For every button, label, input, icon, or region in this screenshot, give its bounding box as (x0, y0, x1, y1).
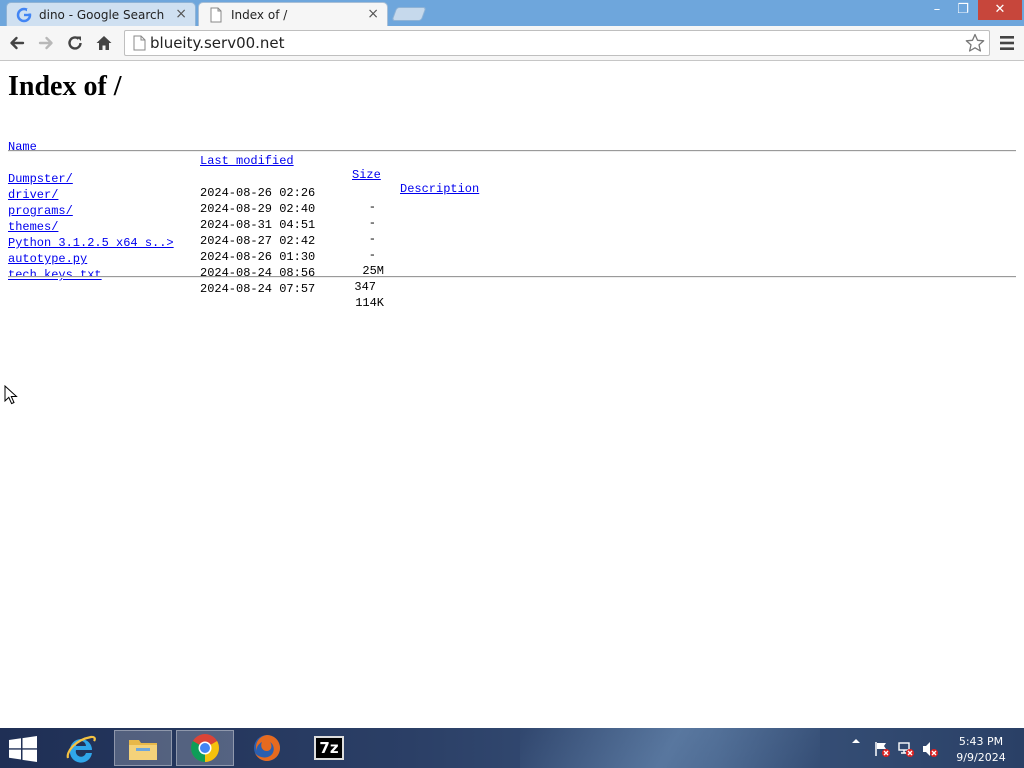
listing-header: Name Last modified Size Description (8, 126, 479, 196)
page-icon (208, 7, 224, 23)
chrome-menu-button[interactable] (998, 34, 1016, 56)
reload-icon (68, 36, 82, 50)
forward-arrow-icon (38, 36, 53, 50)
volume-muted-icon[interactable] (921, 740, 939, 761)
file-size: - (368, 216, 376, 230)
minimize-button[interactable]: – (924, 0, 950, 20)
windows-logo-icon (9, 736, 37, 762)
table-row: autotype.py 2024-08-24 08:56 347 (8, 238, 376, 294)
tab-close-icon[interactable]: × (367, 6, 379, 22)
modified-date: 2024-08-29 02:40 (200, 202, 316, 216)
home-icon (96, 36, 112, 50)
clock-date: 9/9/2024 (956, 751, 1006, 764)
modified-date: 2024-08-31 04:51 (200, 218, 316, 232)
mouse-cursor-icon (4, 384, 18, 409)
clock-time: 5:43 PM (958, 735, 1004, 748)
page-title: Index of / (8, 71, 122, 102)
tab-index-of[interactable]: Index of / × (198, 2, 388, 26)
modified-date: 2024-08-26 02:26 (200, 186, 316, 200)
taskbar-clock[interactable]: 5:43 PM 9/9/2024 (950, 734, 1012, 766)
close-window-button[interactable]: ✕ (978, 0, 1022, 20)
forward-button[interactable] (35, 32, 57, 54)
sort-by-description-link[interactable]: Description (400, 182, 479, 196)
7zip-label: 7z (319, 739, 339, 757)
file-link[interactable]: tech keys.txt (8, 268, 102, 282)
tab-title: dino - Google Search (39, 8, 165, 22)
table-row: Dumpster/ 2024-08-26 02:26 - (8, 158, 376, 214)
table-row: driver/ 2024-08-29 02:40 - (8, 174, 376, 230)
new-tab-button[interactable] (391, 7, 427, 21)
maximize-button[interactable]: ❐ (950, 0, 976, 20)
taskbar-internet-explorer[interactable] (52, 730, 110, 766)
taskbar-file-explorer[interactable] (114, 730, 172, 766)
internet-explorer-icon (66, 735, 96, 763)
taskbar-wallpaper-decoration (520, 728, 820, 768)
table-row: programs/ 2024-08-31 04:51 - (8, 190, 376, 246)
modified-date: 2024-08-24 07:57 (200, 282, 316, 296)
table-row: tech keys.txt 2024-08-24 07:57 114K (8, 254, 384, 310)
network-icon[interactable] (897, 740, 915, 761)
chevron-up-icon (852, 739, 860, 743)
reload-button[interactable] (64, 32, 86, 54)
tab-google-search[interactable]: dino - Google Search × (6, 2, 196, 26)
file-size: - (368, 248, 376, 262)
footer-divider (8, 276, 1016, 278)
browser-toolbar: blueity.serv00.net (0, 26, 1024, 61)
7zip-icon: 7z (314, 736, 344, 760)
page-icon (133, 35, 146, 55)
start-button[interactable] (8, 736, 38, 762)
url-text[interactable]: blueity.serv00.net (150, 34, 285, 52)
sort-by-modified-link[interactable]: Last modified (200, 154, 294, 168)
taskbar-7zip[interactable]: 7z (300, 730, 358, 766)
modified-date: 2024-08-27 02:42 (200, 234, 316, 248)
file-explorer-icon (129, 740, 157, 760)
action-center-icon[interactable] (873, 740, 891, 761)
back-button[interactable] (6, 32, 28, 54)
file-rows: Dumpster/ 2024-08-26 02:26 - driver/ 202… (8, 158, 384, 310)
tab-title: Index of / (231, 8, 288, 22)
taskbar-chrome[interactable] (176, 730, 234, 766)
table-row: Python 3.1.2.5 x64 s..> 2024-08-26 01:30… (8, 222, 384, 278)
chrome-icon (191, 734, 219, 762)
file-size: 114K (355, 296, 384, 310)
windows-taskbar: 7z (0, 728, 1024, 768)
taskbar-firefox[interactable] (238, 730, 296, 766)
header-divider (8, 150, 1016, 152)
home-button[interactable] (93, 32, 115, 54)
page-content: Index of / Name Last modified Size Descr… (0, 62, 1024, 728)
table-row: themes/ 2024-08-27 02:42 - (8, 206, 376, 262)
google-icon (16, 7, 32, 23)
directory-listing: Name Last modified Size Description (8, 126, 479, 196)
show-hidden-icons-button[interactable] (851, 736, 861, 749)
address-bar[interactable]: blueity.serv00.net (124, 30, 990, 56)
modified-date: 2024-08-26 01:30 (200, 250, 316, 264)
firefox-icon (254, 735, 280, 761)
back-arrow-icon (10, 36, 25, 50)
bookmark-star-icon[interactable] (965, 33, 985, 57)
file-size: 347 (354, 280, 376, 294)
sort-by-size-link[interactable]: Size (352, 168, 392, 182)
browser-titlebar: dino - Google Search × Index of / × – ❐ … (0, 0, 1024, 26)
file-size: - (368, 200, 376, 214)
hamburger-menu-icon (1000, 36, 1014, 50)
file-size: - (368, 232, 376, 246)
tab-close-icon[interactable]: × (175, 6, 187, 22)
